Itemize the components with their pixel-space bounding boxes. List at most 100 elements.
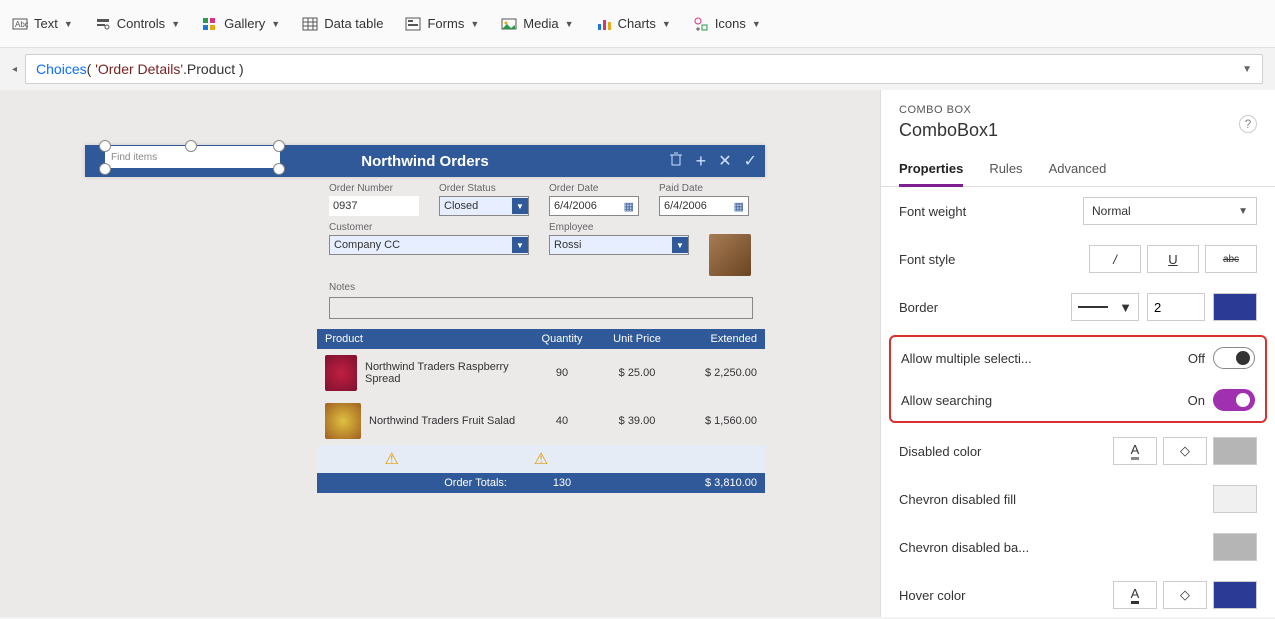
totals-ext: $ 3,810.00 <box>677 477 757 489</box>
border-width-input[interactable] <box>1147 293 1205 321</box>
strike-button[interactable]: abc <box>1205 245 1257 273</box>
table-row[interactable]: Northwind Traders Fruit Salad 40 $ 39.00… <box>317 397 765 445</box>
ribbon-forms[interactable]: Forms ▼ <box>405 16 479 32</box>
toggle-state-label: On <box>1188 393 1205 408</box>
disabled-color-picker[interactable] <box>1213 437 1257 465</box>
selection-handle[interactable] <box>99 163 111 175</box>
plus-icon[interactable]: + <box>696 151 707 172</box>
fill-color-button[interactable]: ◇ <box>1163 581 1207 609</box>
border-style-dropdown[interactable]: ▼ <box>1071 293 1139 321</box>
product-name: Northwind Traders Raspberry Spread <box>365 361 527 385</box>
label-customer: Customer <box>329 222 529 233</box>
selection-handle[interactable] <box>273 140 285 152</box>
tab-rules[interactable]: Rules <box>989 153 1022 186</box>
allow-multiple-toggle[interactable] <box>1213 347 1255 369</box>
prop-border: Border ▼ <box>881 283 1275 331</box>
product-qty: 40 <box>527 415 597 427</box>
product-unit: $ 39.00 <box>597 415 677 427</box>
properties-list: Font weight Normal▼ Font style / U abc B… <box>881 187 1275 617</box>
chevron-down-icon[interactable]: ▼ <box>1242 64 1252 75</box>
svg-text:Abc: Abc <box>15 20 28 29</box>
properties-tabs: Properties Rules Advanced <box>881 153 1275 187</box>
insert-ribbon: Abc Text ▼ Controls ▼ Gallery ▼ Data tab… <box>0 0 1275 48</box>
text-icon: Abc <box>12 16 28 32</box>
charts-icon <box>596 16 612 32</box>
customer-dropdown[interactable]: Company CC▼ <box>329 235 529 255</box>
tab-advanced[interactable]: Advanced <box>1049 153 1107 186</box>
ribbon-icons[interactable]: Icons ▼ <box>693 16 761 32</box>
ribbon-controls[interactable]: Controls ▼ <box>95 16 180 32</box>
table-row[interactable]: Northwind Traders Raspberry Spread 90 $ … <box>317 349 765 397</box>
font-color-button[interactable]: A <box>1113 581 1157 609</box>
label-order-date: Order Date <box>549 183 639 194</box>
chevron-down-icon: ▼ <box>662 19 671 29</box>
close-icon[interactable]: ✕ <box>718 151 731 172</box>
order-status-dropdown[interactable]: Closed▼ <box>439 196 529 216</box>
chevron-down-icon: ▼ <box>470 19 479 29</box>
col-extended: Extended <box>677 333 757 345</box>
label-order-status: Order Status <box>439 183 529 194</box>
app-header-actions: + ✕ ✓ <box>668 151 757 172</box>
tab-properties[interactable]: Properties <box>899 153 963 187</box>
totals-qty: 130 <box>527 477 597 489</box>
col-quantity: Quantity <box>527 333 597 345</box>
canvas-main[interactable]: Northwind Orders + ✕ ✓ Find items Order … <box>0 90 880 617</box>
icons-icon <box>693 16 709 32</box>
ribbon-controls-label: Controls <box>117 16 165 31</box>
chevron-down-icon: ▼ <box>1238 206 1248 217</box>
selection-handle[interactable] <box>273 163 285 175</box>
formula-input[interactable]: Choices( 'Order Details'.Product ) ▼ <box>25 54 1263 84</box>
ribbon-media[interactable]: Media ▼ <box>501 16 573 32</box>
formula-text: Choices( 'Order Details'.Product ) <box>36 61 244 77</box>
properties-panel: COMBO BOX ComboBox1 ? Properties Rules A… <box>880 90 1275 617</box>
prop-chevron-disabled-fill: Chevron disabled fill <box>881 475 1275 523</box>
allow-searching-toggle[interactable] <box>1213 389 1255 411</box>
canvas-area: Northwind Orders + ✕ ✓ Find items Order … <box>0 90 1275 617</box>
paid-date-picker[interactable]: 6/4/2006▦ <box>659 196 749 216</box>
underline-button[interactable]: U <box>1147 245 1199 273</box>
trash-icon[interactable] <box>668 151 684 172</box>
selection-handle[interactable] <box>99 140 111 152</box>
notes-input[interactable] <box>329 297 753 319</box>
formula-expand-icon[interactable]: ◂ <box>12 64 17 75</box>
toggle-state-label: Off <box>1188 351 1205 366</box>
calendar-icon: ▦ <box>624 200 634 213</box>
ribbon-charts-label: Charts <box>618 16 656 31</box>
gallery-icon <box>202 16 218 32</box>
control-name[interactable]: ComboBox1 <box>899 120 1257 141</box>
totals-label: Order Totals: <box>325 477 527 489</box>
check-icon[interactable]: ✓ <box>744 151 757 172</box>
ribbon-datatable[interactable]: Data table <box>302 16 383 32</box>
media-icon <box>501 16 517 32</box>
calendar-icon: ▦ <box>734 200 744 213</box>
product-thumbnail <box>325 403 361 439</box>
ribbon-gallery[interactable]: Gallery ▼ <box>202 16 280 32</box>
product-ext: $ 1,560.00 <box>677 415 757 427</box>
chevron-down-icon: ▼ <box>512 237 528 253</box>
help-icon[interactable]: ? <box>1239 115 1257 133</box>
employee-avatar <box>709 234 751 276</box>
font-weight-dropdown[interactable]: Normal▼ <box>1083 197 1257 225</box>
italic-button[interactable]: / <box>1089 245 1141 273</box>
prop-font-style: Font style / U abc <box>881 235 1275 283</box>
ribbon-datatable-label: Data table <box>324 16 383 31</box>
chevron-disabled-fill-picker[interactable] <box>1213 485 1257 513</box>
border-color-picker[interactable] <box>1213 293 1257 321</box>
ribbon-charts[interactable]: Charts ▼ <box>596 16 671 32</box>
order-date-picker[interactable]: 6/4/2006▦ <box>549 196 639 216</box>
fill-color-button[interactable]: ◇ <box>1163 437 1207 465</box>
chevron-down-icon: ▼ <box>1119 300 1132 315</box>
col-unitprice: Unit Price <box>597 333 677 345</box>
hover-color-picker[interactable] <box>1213 581 1257 609</box>
chevron-disabled-back-picker[interactable] <box>1213 533 1257 561</box>
label-employee: Employee <box>549 222 689 233</box>
ribbon-gallery-label: Gallery <box>224 16 265 31</box>
employee-dropdown[interactable]: Rossi▼ <box>549 235 689 255</box>
product-unit: $ 25.00 <box>597 367 677 379</box>
font-color-button[interactable]: A <box>1113 437 1157 465</box>
forms-icon <box>405 16 421 32</box>
selection-handle[interactable] <box>185 140 197 152</box>
ribbon-text[interactable]: Abc Text ▼ <box>12 16 73 32</box>
ribbon-text-label: Text <box>34 16 58 31</box>
ribbon-icons-label: Icons <box>715 16 746 31</box>
